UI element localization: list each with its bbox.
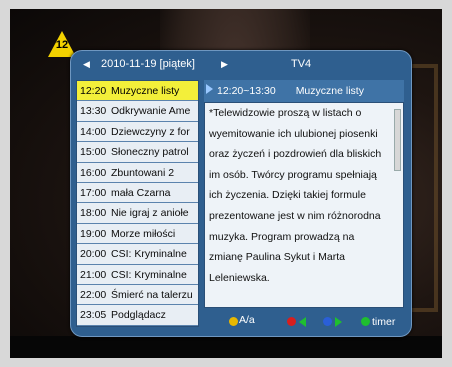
- timer-key-label[interactable]: timer: [372, 316, 395, 328]
- detail-description: *Telewidzowie proszą w listach o wyemito…: [204, 102, 404, 308]
- schedule-title: CSI: Kryminalne: [111, 268, 187, 281]
- letterbox-bar: [10, 336, 442, 358]
- schedule-title: Nie igraj z aniołe: [111, 207, 189, 220]
- schedule-title: Odkrywanie Ame: [111, 105, 191, 118]
- schedule-row[interactable]: 15:00 Słoneczny patrol: [77, 142, 198, 163]
- yellow-key-icon: [229, 317, 238, 326]
- play-marker-icon: [206, 84, 213, 94]
- schedule-time: 16:00: [80, 166, 107, 179]
- schedule-time: 14:00: [80, 125, 107, 138]
- schedule-time: 19:00: [80, 227, 107, 240]
- schedule-row[interactable]: 21:00 CSI: Kryminalne: [77, 265, 198, 285]
- schedule-title: Dziewczyny z for: [111, 125, 190, 138]
- schedule-time: 18:00: [80, 207, 107, 220]
- triangle-right-icon[interactable]: ▶: [221, 59, 228, 70]
- schedule-title: CSI: Kryminalne: [111, 248, 187, 261]
- detail-title: Muzyczne listy: [295, 85, 364, 97]
- schedule-row[interactable]: 20:00 CSI: Kryminalne: [77, 244, 198, 265]
- detail-header: 12:20~13:30 Muzyczne listy: [204, 80, 404, 102]
- schedule-time: 12:20: [80, 85, 107, 97]
- program-detail: 12:20~13:30 Muzyczne listy *Telewidzowie …: [204, 80, 404, 309]
- schedule-list[interactable]: 12:20 Muzyczne listy 13:30 Odkrywanie Ame 14…: [76, 80, 199, 327]
- schedule-title: Zbuntowani 2: [111, 166, 175, 179]
- epg-channel: TV4: [291, 58, 312, 70]
- schedule-row[interactable]: 17:00 mała Czarna: [77, 183, 198, 204]
- blue-key-icon: [323, 317, 332, 326]
- epg-header: ◀ 2010-11-19 [piątek] ▶ TV4: [71, 51, 411, 79]
- green-key-icon: [361, 317, 370, 326]
- triangle-left-icon[interactable]: [299, 317, 306, 327]
- triangle-left-icon[interactable]: ◀: [83, 59, 90, 70]
- tv-screen: 12 4 ◀ 2010-11-19 [piątek] ▶ TV4 12:20Mu…: [10, 9, 442, 358]
- epg-date: 2010-11-19 [piątek]: [101, 58, 195, 70]
- schedule-time: 20:00: [80, 248, 107, 261]
- triangle-right-icon[interactable]: [335, 317, 342, 327]
- schedule-time: 22:00: [80, 288, 107, 301]
- schedule-time: 13:30: [80, 105, 107, 118]
- epg-panel: ◀ 2010-11-19 [piątek] ▶ TV4 12:20 Muzyczn…: [70, 50, 412, 337]
- schedule-title: Słoneczny patrol: [111, 146, 189, 159]
- schedule-row[interactable]: 18:00 Nie igraj z aniołe: [77, 203, 198, 224]
- detail-time: 12:20~13:30: [217, 85, 276, 97]
- schedule-row[interactable]: 13:30 Odkrywanie Ame: [77, 101, 198, 122]
- schedule-row[interactable]: 14:00 Dziewczyny z for: [77, 122, 198, 143]
- schedule-title: Muzyczne listy: [111, 85, 180, 97]
- schedule-title: Śmierć na talerzu: [111, 288, 193, 301]
- schedule-row[interactable]: 12:20 Muzyczne listy: [77, 81, 198, 102]
- key-legend: A/a timer: [71, 313, 411, 333]
- red-key-icon: [287, 317, 296, 326]
- audio-key-label[interactable]: A/a: [239, 314, 255, 326]
- schedule-title: Morze miłości: [111, 227, 176, 240]
- schedule-row[interactable]: 22:00 Śmierć na talerzu: [77, 285, 198, 306]
- schedule-row[interactable]: 19:00 Morze miłości: [77, 224, 198, 245]
- description-text: *Telewidzowie proszą w listach o wyemito…: [209, 107, 382, 284]
- schedule-time: 21:00: [80, 268, 107, 281]
- schedule-title: mała Czarna: [111, 186, 171, 199]
- schedule-row[interactable]: 16:00 Zbuntowani 2: [77, 163, 198, 183]
- age-rating-label: 12: [55, 39, 69, 51]
- schedule-time: 15:00: [80, 146, 107, 159]
- schedule-time: 17:00: [80, 186, 107, 199]
- description-scrollbar[interactable]: [394, 109, 401, 171]
